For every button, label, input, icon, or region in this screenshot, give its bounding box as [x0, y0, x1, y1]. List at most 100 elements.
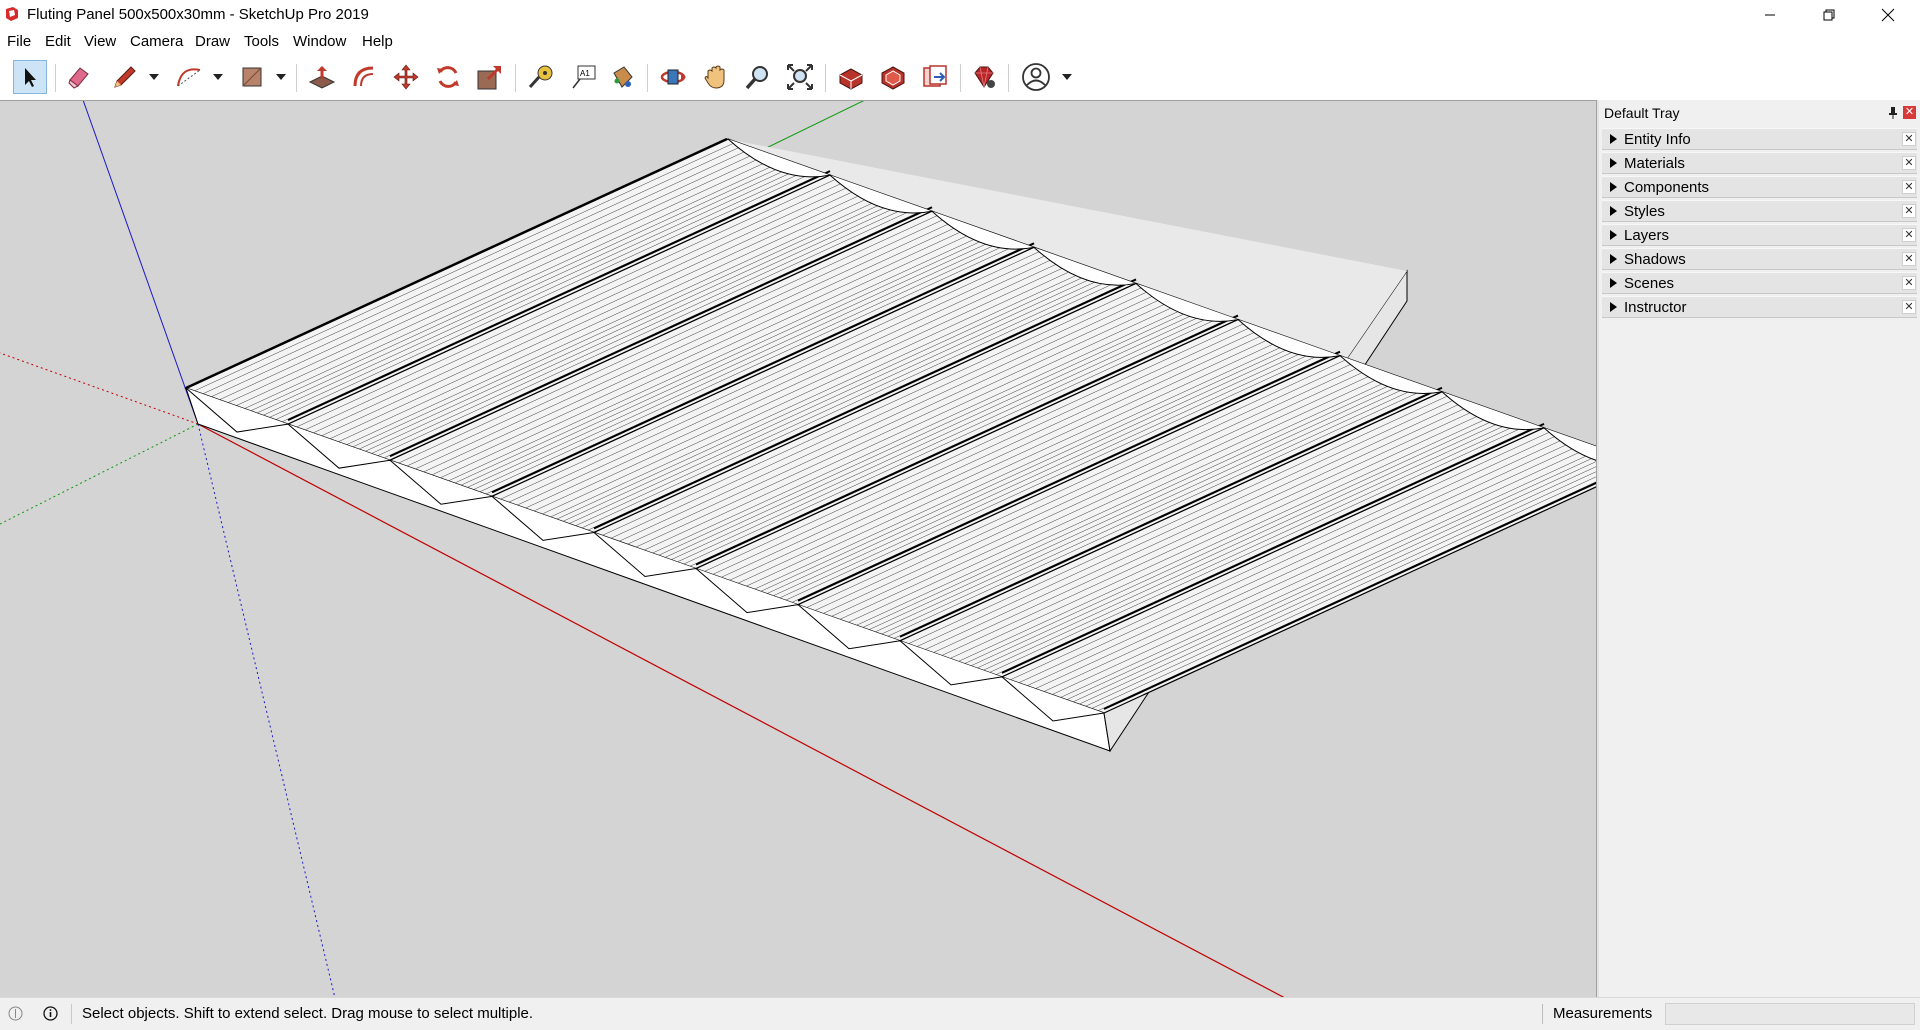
- pin-icon[interactable]: [1888, 107, 1898, 119]
- panel-materials[interactable]: Materials ✕: [1602, 152, 1917, 174]
- green-axis-negative: [0, 423, 199, 525]
- window-title: Fluting Panel 500x500x30mm - SketchUp Pr…: [27, 6, 369, 23]
- geolocation-icon[interactable]: [8, 1006, 23, 1021]
- 3d-warehouse-button[interactable]: [834, 60, 868, 94]
- measurements-input[interactable]: [1665, 1003, 1915, 1025]
- drawing-viewport[interactable]: [0, 100, 1597, 997]
- rotate-tool-button[interactable]: [431, 60, 465, 94]
- paint-bucket-tool-button[interactable]: [605, 60, 639, 94]
- expand-arrow-icon: [1610, 206, 1617, 216]
- panel-entity-info[interactable]: Entity Info ✕: [1602, 128, 1917, 150]
- zoom-tool-button[interactable]: [741, 60, 775, 94]
- menu-tools[interactable]: Tools: [244, 33, 279, 50]
- toolbar-separator: [1008, 64, 1009, 92]
- expand-arrow-icon: [1610, 182, 1617, 192]
- user-account-button[interactable]: [1019, 60, 1053, 94]
- minimize-button[interactable]: [1741, 0, 1799, 30]
- rectangle-tool-dropdown[interactable]: [274, 60, 288, 94]
- extension-warehouse-icon: [881, 66, 905, 90]
- toolbar-separator: [825, 64, 826, 92]
- arc-tool-dropdown[interactable]: [211, 60, 225, 94]
- panel-label: Shadows: [1624, 251, 1686, 268]
- model-canvas[interactable]: [0, 101, 1597, 997]
- text-tool-button[interactable]: A1: [567, 60, 601, 94]
- close-panel-button[interactable]: ✕: [1902, 180, 1916, 194]
- menu-draw[interactable]: Draw: [195, 33, 230, 50]
- menu-file[interactable]: File: [7, 33, 31, 50]
- tray-header: Default Tray ✕: [1601, 103, 1918, 123]
- text-icon: A1: [572, 65, 596, 89]
- status-bar: Select objects. Shift to extend select. …: [0, 997, 1920, 1030]
- panel-scenes[interactable]: Scenes ✕: [1602, 272, 1917, 294]
- tray-resize-handle[interactable]: [1597, 100, 1599, 997]
- close-panel-button[interactable]: ✕: [1902, 204, 1916, 218]
- sketchup-logo-icon: [6, 7, 18, 21]
- close-panel-button[interactable]: ✕: [1902, 156, 1916, 170]
- blue-axis-positive: [82, 101, 199, 425]
- zoom-extents-icon: [787, 64, 813, 90]
- move-tool-button[interactable]: [389, 60, 423, 94]
- pencil-line-icon: [114, 66, 136, 88]
- send-to-layout-button[interactable]: [918, 60, 952, 94]
- close-window-button[interactable]: [1859, 0, 1917, 30]
- eraser-icon: [68, 67, 89, 89]
- panel-layers[interactable]: Layers ✕: [1602, 224, 1917, 246]
- user-account-dropdown[interactable]: [1060, 60, 1074, 94]
- select-tool-button[interactable]: [13, 60, 47, 94]
- pan-tool-button[interactable]: [699, 60, 733, 94]
- chevron-down-icon: [213, 74, 223, 80]
- select-arrow-icon: [25, 68, 36, 87]
- offset-tool-button[interactable]: [347, 60, 381, 94]
- eraser-tool-button[interactable]: [62, 60, 96, 94]
- minimize-icon: [1765, 14, 1775, 16]
- close-panel-button[interactable]: ✕: [1902, 300, 1916, 314]
- toolbar-separator: [647, 64, 648, 92]
- menu-bar: File Edit View Camera Draw Tools Window …: [0, 30, 1920, 54]
- pan-hand-icon: [704, 65, 725, 89]
- panel-instructor[interactable]: Instructor ✕: [1602, 296, 1917, 318]
- menu-camera[interactable]: Camera: [130, 33, 183, 50]
- red-axis-negative: [0, 352, 199, 425]
- line-tool-dropdown[interactable]: [147, 60, 161, 94]
- menu-edit[interactable]: Edit: [45, 33, 71, 50]
- menu-help[interactable]: Help: [362, 33, 393, 50]
- close-panel-button[interactable]: ✕: [1902, 132, 1916, 146]
- panel-styles[interactable]: Styles ✕: [1602, 200, 1917, 222]
- close-panel-button[interactable]: ✕: [1902, 276, 1916, 290]
- toolbar-separator: [55, 64, 56, 92]
- paint-bucket-icon: [613, 66, 633, 88]
- rectangle-icon: [242, 67, 262, 87]
- chevron-down-icon: [1062, 74, 1072, 80]
- arc-tool-button[interactable]: [172, 60, 206, 94]
- panel-shadows[interactable]: Shadows ✕: [1602, 248, 1917, 270]
- push-pull-tool-button[interactable]: [305, 60, 339, 94]
- restore-button[interactable]: [1800, 0, 1858, 30]
- rectangle-tool-button[interactable]: [235, 60, 269, 94]
- close-tray-button[interactable]: ✕: [1903, 106, 1916, 119]
- zoom-extents-tool-button[interactable]: [783, 60, 817, 94]
- line-tool-button[interactable]: [108, 60, 142, 94]
- panel-components[interactable]: Components ✕: [1602, 176, 1917, 198]
- svg-text:A1: A1: [580, 69, 590, 78]
- expand-arrow-icon: [1610, 230, 1617, 240]
- toolbar-separator: [515, 64, 516, 92]
- extension-manager-button[interactable]: [967, 60, 1001, 94]
- panel-label: Entity Info: [1624, 131, 1691, 148]
- menu-window[interactable]: Window: [293, 33, 346, 50]
- panel-label: Components: [1624, 179, 1710, 196]
- zoom-icon: [745, 66, 768, 90]
- status-message: Select objects. Shift to extend select. …: [82, 1005, 534, 1022]
- menu-view[interactable]: View: [84, 33, 116, 50]
- default-tray: Default Tray ✕ Entity Info ✕ Materials ✕…: [1597, 100, 1920, 997]
- orbit-tool-button[interactable]: [656, 60, 690, 94]
- 3d-warehouse-icon: [839, 68, 863, 90]
- close-panel-button[interactable]: ✕: [1902, 228, 1916, 242]
- tape-measure-tool-button[interactable]: [524, 60, 558, 94]
- close-panel-button[interactable]: ✕: [1902, 252, 1916, 266]
- scale-tool-button[interactable]: [473, 60, 507, 94]
- info-icon[interactable]: [43, 1006, 58, 1021]
- extension-warehouse-button[interactable]: [876, 60, 910, 94]
- toolbar-separator: [960, 64, 961, 92]
- panel-label: Instructor: [1624, 299, 1687, 316]
- chevron-down-icon: [276, 74, 286, 80]
